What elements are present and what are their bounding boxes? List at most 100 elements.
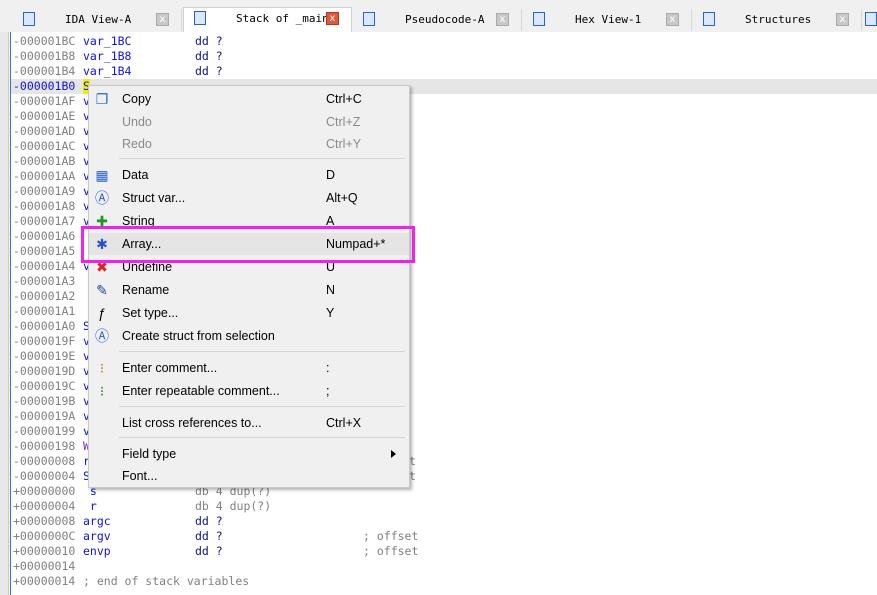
close-icon[interactable]: x <box>496 13 509 26</box>
tab-hex-view-1[interactable]: Hex View-1 x <box>523 9 692 31</box>
row-offset: -000001A3 <box>13 274 76 288</box>
tab-bar: IDA View-A x Stack of _main x Pseudocode-A x H… <box>13 7 877 32</box>
copy-icon: ❐ <box>95 91 109 107</box>
row-offset: +00000008 <box>13 514 76 528</box>
menu-item-label: Data <box>122 168 149 182</box>
menu-item-shortcut: Alt+Q <box>326 191 358 205</box>
row-name[interactable]: var_1BC <box>83 34 131 49</box>
row-offset: -000001B8 <box>13 49 76 63</box>
table-row[interactable]: -000001B4 var_1B4 dd ? <box>11 64 877 79</box>
row-type: dd ? <box>195 529 223 543</box>
tab-pseudocode-a[interactable]: Pseudocode-A x <box>353 9 522 31</box>
menu-item-label: Rename <box>122 283 170 297</box>
tab-structures[interactable]: Structures x <box>693 9 862 31</box>
rename-icon: ✎ <box>96 282 108 298</box>
row-name[interactable]: var_1B8 <box>83 49 131 64</box>
table-row[interactable]: +00000008 argc dd ? <box>11 514 877 529</box>
stack-icon <box>194 11 206 25</box>
menu-item-set-type[interactable]: ƒ Set type... Y <box>89 302 409 324</box>
row-offset: -00000198 <box>13 439 76 453</box>
tab-ida-view-a[interactable]: IDA View-A x <box>13 9 182 31</box>
row-offset: +00000014 <box>13 574 76 588</box>
structures-icon <box>703 12 715 26</box>
tab-stack-of-main[interactable]: Stack of _main x <box>183 7 352 32</box>
row-offset: -000001A5 <box>13 244 76 258</box>
row-offset: -00000199 <box>13 424 76 438</box>
table-row[interactable]: +00000014 <box>11 559 877 574</box>
close-icon[interactable]: x <box>836 13 849 26</box>
menu-item-label: String <box>122 214 155 228</box>
table-row[interactable]: +0000000C argv dd ? ; offset <box>11 529 877 544</box>
menu-item-label: Enter comment... <box>122 361 218 375</box>
menu-item-enter-repeatable-comment[interactable]: ⁝ Enter repeatable comment...; <box>89 380 409 402</box>
row-offset: -00000008 <box>13 454 76 468</box>
close-icon[interactable]: x <box>156 13 169 26</box>
menu-item-create-struct-from-selection[interactable]: Ⓐ Create struct from selection <box>89 325 409 347</box>
menu-item-shortcut: A <box>326 214 335 228</box>
row-name[interactable]: argv <box>83 529 111 544</box>
menu-item-undo[interactable]: Undo Ctrl+Z <box>89 111 409 133</box>
menu-item-field-type[interactable]: Field type <box>89 443 409 465</box>
menu-item-rename[interactable]: ✎ Rename N <box>89 279 409 301</box>
close-icon[interactable]: x <box>326 12 339 25</box>
left-gutter <box>0 32 9 595</box>
menu-item-label: Redo <box>122 137 152 151</box>
menu-item-label: Undefine <box>122 260 173 274</box>
row-offset: +0000000C <box>13 529 76 543</box>
menu-item-font[interactable]: Font... <box>89 465 409 487</box>
create-struct-icon: Ⓐ <box>95 328 109 344</box>
pseudocode-icon <box>363 12 375 26</box>
row-type: dd ? <box>195 49 223 63</box>
menu-separator <box>119 406 405 407</box>
row-offset: -000001A9 <box>13 184 76 198</box>
close-icon[interactable]: x <box>666 13 679 26</box>
menu-separator <box>119 158 405 159</box>
menu-separator <box>119 437 405 438</box>
menu-item-label: List cross references to... <box>122 416 262 430</box>
row-offset: -0000019E <box>13 349 76 363</box>
menu-item-array[interactable]: ✱ Array... Numpad+* <box>89 233 409 255</box>
row-name[interactable]: r <box>83 499 97 514</box>
menu-item-enter-comment[interactable]: ⁝ Enter comment...: <box>89 357 409 379</box>
table-row[interactable]: +00000014 ; end of stack variables <box>11 574 877 589</box>
menu-item-undefine[interactable]: ✖ Undefine U <box>89 256 409 278</box>
table-row[interactable]: +00000004 r db 4 dup(?) <box>11 499 877 514</box>
row-offset: -000001A7 <box>13 214 76 228</box>
table-row[interactable]: -000001BC var_1BC dd ? <box>11 34 877 49</box>
menu-item-redo[interactable]: Redo Ctrl+Y <box>89 133 409 155</box>
table-row[interactable]: +00000010 envp dd ? ; offset <box>11 544 877 559</box>
row-type: dd ? <box>195 514 223 528</box>
tab-label: Pseudocode-A <box>405 13 485 26</box>
menu-item-shortcut: Ctrl+X <box>326 416 362 430</box>
row-name[interactable]: var_1B4 <box>83 64 131 79</box>
menu-item-shortcut: : <box>326 361 330 375</box>
menu-item-struct-var[interactable]: Ⓐ Struct var... Alt+Q <box>89 187 409 209</box>
row-offset: -000001A4 <box>13 259 76 273</box>
row-name[interactable]: ; end of stack variables <box>83 574 249 589</box>
struct-var-icon: Ⓐ <box>95 190 109 206</box>
menu-item-shortcut: N <box>326 283 336 297</box>
comment-icon: ⁝ <box>99 360 105 376</box>
menu-item-label: Enter repeatable comment... <box>122 384 280 398</box>
menu-item-list-cross-references-to[interactable]: List cross references to... Ctrl+X <box>89 412 409 434</box>
menu-item-shortcut: Y <box>326 306 335 320</box>
tab-overflow[interactable] <box>863 9 877 31</box>
tab-label: Hex View-1 <box>575 13 642 26</box>
menu-item-data[interactable]: ▦ Data D <box>89 164 409 186</box>
string-icon: ✚ <box>96 213 108 229</box>
row-offset: -000001AC <box>13 139 76 153</box>
row-offset: -000001A6 <box>13 229 76 243</box>
row-name[interactable]: argc <box>83 514 111 529</box>
menu-item-copy[interactable]: ❐ Copy Ctrl+C <box>89 88 409 110</box>
menu-item-string[interactable]: ✚ String A <box>89 210 409 232</box>
row-offset: +00000000 <box>13 484 76 498</box>
row-offset: -0000019D <box>13 364 76 378</box>
chevron-right-icon <box>391 450 396 458</box>
row-name[interactable]: envp <box>83 544 111 559</box>
row-comment: t <box>409 469 416 483</box>
menu-item-shortcut: Numpad+* <box>326 237 386 251</box>
row-offset: -000001A2 <box>13 289 76 303</box>
table-row[interactable]: -000001B8 var_1B8 dd ? <box>11 49 877 64</box>
row-type: dd ? <box>195 64 223 78</box>
row-type: db 4 dup(?) <box>195 499 272 513</box>
